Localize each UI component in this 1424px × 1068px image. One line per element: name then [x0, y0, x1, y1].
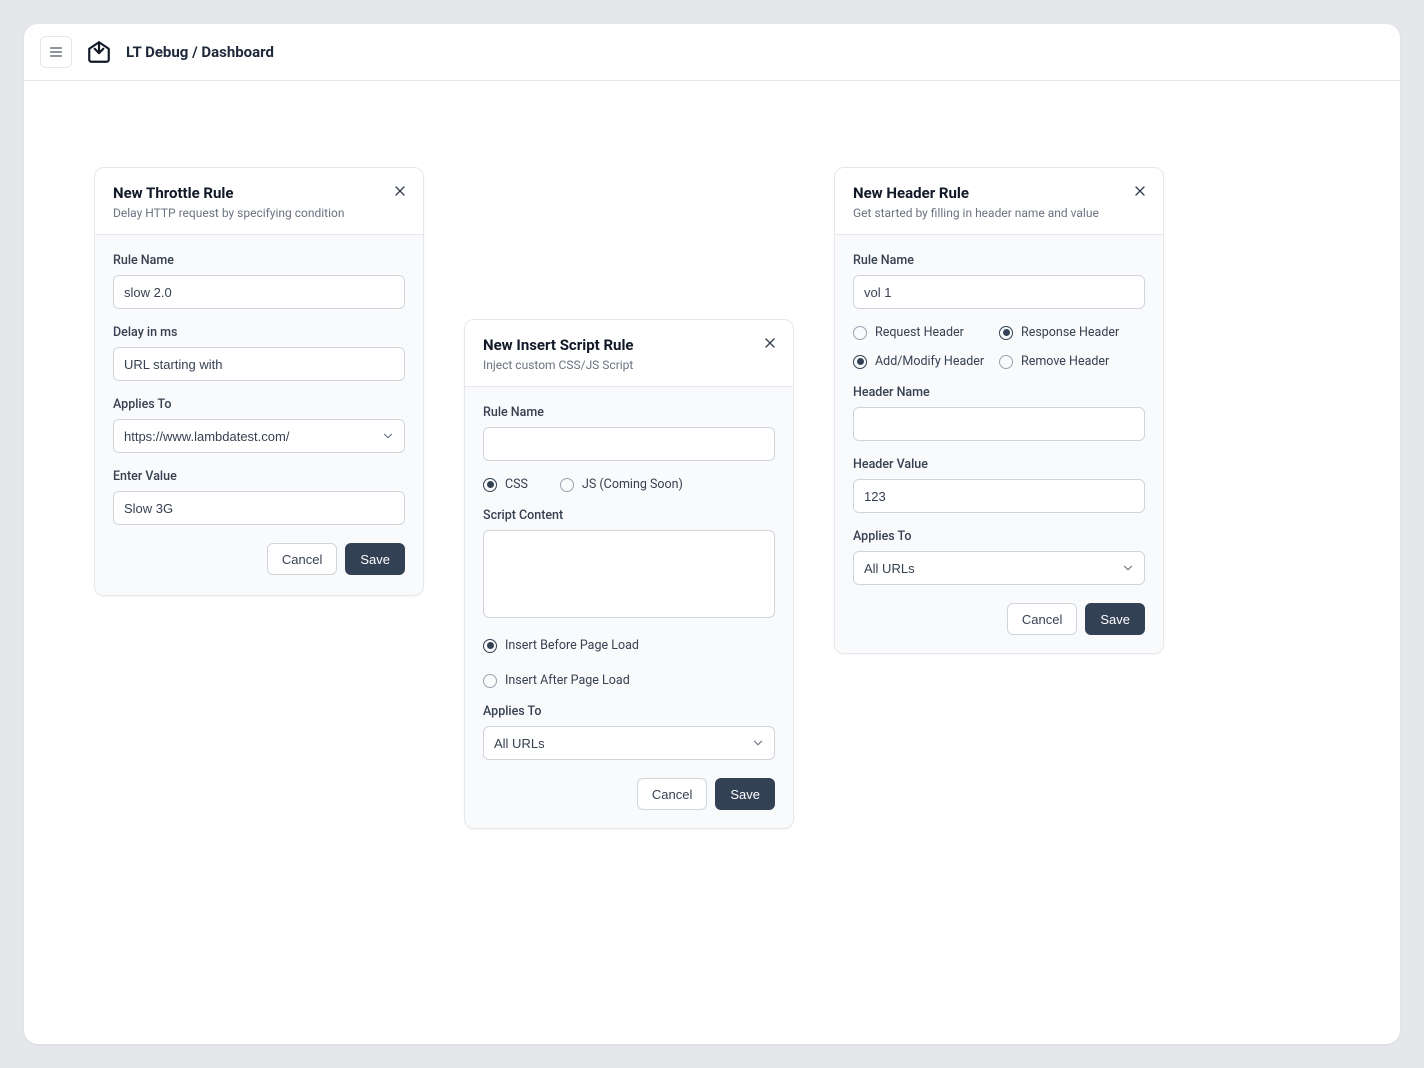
header-save-button[interactable]: Save: [1085, 603, 1145, 635]
script-rule-name-label: Rule Name: [483, 405, 775, 420]
close-icon: [1132, 183, 1148, 199]
radio-label: Request Header: [875, 325, 964, 340]
script-card-header: New Insert Script Rule Inject custom CSS…: [465, 320, 793, 387]
script-close-button[interactable]: [761, 334, 779, 352]
script-card-title: New Insert Script Rule: [483, 336, 775, 354]
script-type-js-radio[interactable]: JS (Coming Soon): [560, 477, 683, 492]
header-card-subtitle: Get started by filling in header name an…: [853, 206, 1145, 220]
radio-icon: [999, 355, 1013, 369]
throttle-cancel-button[interactable]: Cancel: [267, 543, 337, 575]
insert-before-radio[interactable]: Insert Before Page Load: [483, 638, 639, 653]
header-rule-name-input[interactable]: [853, 275, 1145, 309]
throttle-card-header: New Throttle Rule Delay HTTP request by …: [95, 168, 423, 235]
hamburger-icon: [48, 44, 64, 60]
radio-label: JS (Coming Soon): [582, 477, 683, 492]
throttle-enter-value-input[interactable]: [113, 491, 405, 525]
radio-label: Add/Modify Header: [875, 354, 984, 369]
throttle-card-body: Rule Name Delay in ms Applies To Enter V…: [95, 235, 423, 595]
header-close-button[interactable]: [1131, 182, 1149, 200]
script-rule-name-input[interactable]: [483, 427, 775, 461]
script-applies-to-select[interactable]: [483, 726, 775, 760]
header-card-header: New Header Rule Get started by filling i…: [835, 168, 1163, 235]
header-name-input[interactable]: [853, 407, 1145, 441]
throttle-card-title: New Throttle Rule: [113, 184, 405, 202]
throttle-enter-value-label: Enter Value: [113, 469, 405, 484]
throttle-delay-input[interactable]: [113, 347, 405, 381]
dashboard-content: New Throttle Rule Delay HTTP request by …: [24, 81, 1400, 1044]
throttle-rule-card: New Throttle Rule Delay HTTP request by …: [94, 167, 424, 596]
header-applies-to-label: Applies To: [853, 529, 1145, 544]
script-content-label: Script Content: [483, 508, 775, 523]
radio-label: Insert Before Page Load: [505, 638, 639, 653]
close-icon: [762, 335, 778, 351]
remove-header-radio[interactable]: Remove Header: [999, 354, 1145, 369]
header-cancel-button[interactable]: Cancel: [1007, 603, 1077, 635]
header-value-label: Header Value: [853, 457, 1145, 472]
app-logo-icon: [86, 39, 112, 65]
radio-icon: [853, 326, 867, 340]
header-value-input[interactable]: [853, 479, 1145, 513]
radio-icon: [853, 355, 867, 369]
add-modify-header-radio[interactable]: Add/Modify Header: [853, 354, 999, 369]
script-card-subtitle: Inject custom CSS/JS Script: [483, 358, 775, 372]
script-card-body: Rule Name CSS JS (Coming Soon) Script Co…: [465, 387, 793, 828]
header-rule-name-label: Rule Name: [853, 253, 1145, 268]
radio-label: Insert After Page Load: [505, 673, 630, 688]
request-header-radio[interactable]: Request Header: [853, 325, 999, 340]
throttle-applies-to-label: Applies To: [113, 397, 405, 412]
radio-icon: [560, 478, 574, 492]
throttle-card-subtitle: Delay HTTP request by specifying conditi…: [113, 206, 405, 220]
header-card-body: Rule Name Request Header Response Header: [835, 235, 1163, 653]
header-rule-card: New Header Rule Get started by filling i…: [834, 167, 1164, 654]
throttle-applies-to-select[interactable]: [113, 419, 405, 453]
top-bar: LT Debug / Dashboard: [24, 24, 1400, 81]
header-name-label: Header Name: [853, 385, 1145, 400]
radio-icon: [483, 674, 497, 688]
script-type-css-radio[interactable]: CSS: [483, 477, 528, 492]
radio-icon: [483, 478, 497, 492]
app-window: LT Debug / Dashboard New Throttle Rule D…: [24, 24, 1400, 1044]
radio-icon: [999, 326, 1013, 340]
header-card-title: New Header Rule: [853, 184, 1145, 202]
throttle-rule-name-label: Rule Name: [113, 253, 405, 268]
script-cancel-button[interactable]: Cancel: [637, 778, 707, 810]
throttle-delay-label: Delay in ms: [113, 325, 405, 340]
close-icon: [392, 183, 408, 199]
response-header-radio[interactable]: Response Header: [999, 325, 1145, 340]
header-applies-to-select[interactable]: [853, 551, 1145, 585]
throttle-save-button[interactable]: Save: [345, 543, 405, 575]
script-save-button[interactable]: Save: [715, 778, 775, 810]
throttle-rule-name-input[interactable]: [113, 275, 405, 309]
radio-icon: [483, 639, 497, 653]
script-content-textarea[interactable]: [483, 530, 775, 618]
insert-script-rule-card: New Insert Script Rule Inject custom CSS…: [464, 319, 794, 829]
hamburger-menu-button[interactable]: [40, 36, 72, 68]
radio-label: CSS: [505, 477, 528, 492]
radio-label: Remove Header: [1021, 354, 1109, 369]
radio-label: Response Header: [1021, 325, 1119, 340]
throttle-close-button[interactable]: [391, 182, 409, 200]
insert-after-radio[interactable]: Insert After Page Load: [483, 673, 630, 688]
script-applies-to-label: Applies To: [483, 704, 775, 719]
app-title: LT Debug / Dashboard: [126, 43, 274, 61]
